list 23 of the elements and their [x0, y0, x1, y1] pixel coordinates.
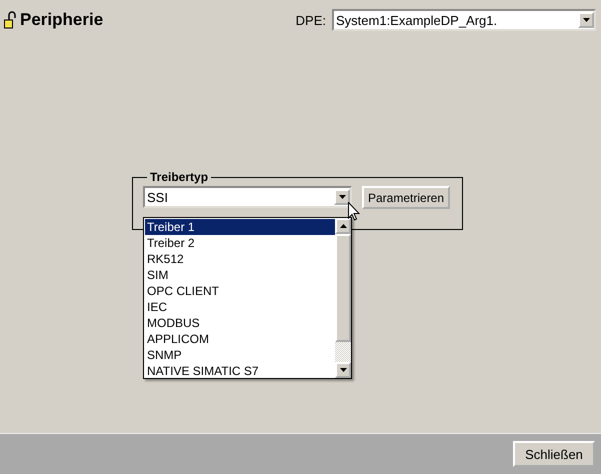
scrollbar[interactable]	[335, 218, 351, 378]
list-item[interactable]: Treiber 2	[145, 235, 335, 251]
list-item[interactable]: SIM	[145, 267, 335, 283]
driver-dropdown[interactable]: SSI	[143, 186, 352, 208]
dropdown-arrow-icon	[582, 18, 590, 22]
list-item[interactable]: IEC	[145, 299, 335, 315]
dropdown-arrow-icon	[340, 368, 346, 372]
list-item[interactable]: MODBUS	[145, 315, 335, 331]
list-item[interactable]: OPC CLIENT	[145, 283, 335, 299]
list-item[interactable]: RK512	[145, 251, 335, 267]
dpe-label: DPE:	[296, 12, 326, 28]
group-legend: Treibertyp	[147, 170, 212, 184]
dpe-dropdown[interactable]: System1:ExampleDP_Arg1.	[332, 9, 596, 31]
dropdown-arrow-icon	[338, 195, 346, 199]
list-item[interactable]: NATIVE SIMATIC S7	[145, 363, 335, 379]
parameterize-button[interactable]: Parametrieren	[362, 186, 450, 209]
scroll-up-icon	[340, 224, 346, 228]
lock-icon	[4, 11, 16, 29]
list-item[interactable]: APPLICOM	[145, 331, 335, 347]
list-item[interactable]: SNMP	[145, 347, 335, 363]
window-title: Peripherie	[20, 10, 104, 30]
list-item[interactable]: Treiber 1	[145, 219, 335, 235]
close-button[interactable]: Schließen	[513, 441, 595, 467]
